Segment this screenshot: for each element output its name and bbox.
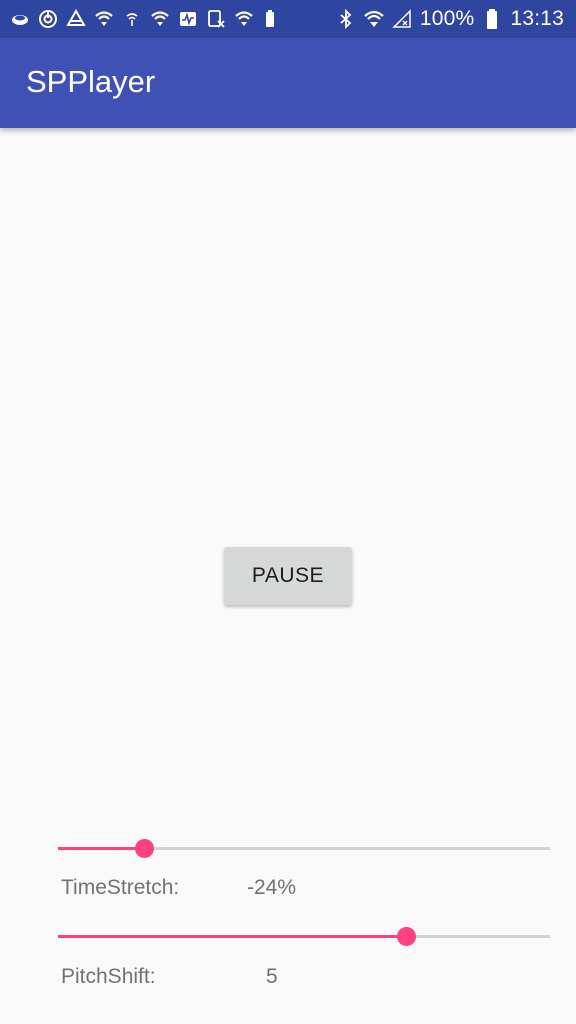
pause-button[interactable]: PAUSE [224,547,352,605]
pitch-shift-slider[interactable] [58,922,550,952]
slider-thumb[interactable] [397,927,417,946]
slider-progress [58,847,145,850]
pitch-shift-label: PitchShift: [61,965,156,988]
app-title: SPPlayer [26,64,156,99]
power-saving-icon [38,9,58,29]
wifi-small-icon [122,9,142,29]
battery-icon [482,9,502,29]
cloud-icon [10,9,30,29]
sim-icon [206,9,226,29]
wifi-icon [150,9,170,29]
signal-icon [392,9,412,29]
clock: 13:13 [510,7,564,30]
slider-thumb[interactable] [135,839,155,858]
bluetooth-icon [336,9,356,29]
activity-icon [178,9,198,29]
wifi-icon [364,9,384,29]
drive-icon [66,9,86,29]
wifi-icon [94,9,114,29]
wifi-icon [234,9,254,29]
pitch-shift-value: 5 [266,965,278,988]
time-stretch-value: -24% [247,876,297,899]
status-bar: 100% 13:13 [0,0,576,38]
battery-percent: 100% [419,7,475,30]
notification-icons [10,8,282,30]
app-bar: SPPlayer [0,38,576,128]
slider-progress [58,935,407,938]
time-stretch-label: TimeStretch: [61,876,180,899]
time-stretch-slider[interactable] [58,834,550,864]
battery-100-icon [262,9,282,29]
system-status: 100% 13:13 [336,6,564,32]
